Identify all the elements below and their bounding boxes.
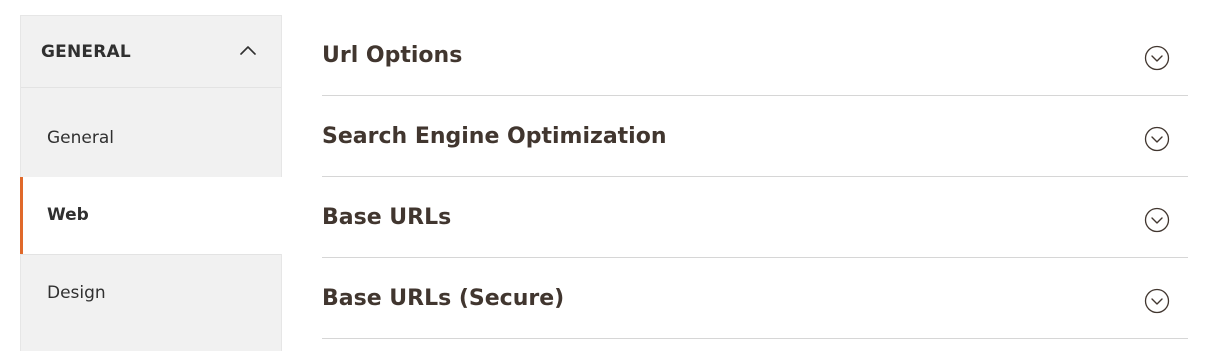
- expand-circle-icon[interactable]: [1144, 45, 1170, 71]
- sidebar: GENERAL General Web Design: [20, 15, 283, 351]
- chevron-up-icon: [240, 46, 256, 55]
- active-indicator: [20, 177, 23, 254]
- sidebar-item-label: General: [47, 128, 114, 148]
- sidebar-group-general-toggle[interactable]: GENERAL: [21, 16, 281, 88]
- sidebar-group-title: GENERAL: [41, 42, 131, 62]
- config-sections: Url Options Search Engine Optimization B…: [322, 15, 1188, 339]
- section-title: Base URLs: [322, 205, 452, 230]
- expand-circle-icon[interactable]: [1144, 126, 1170, 152]
- sidebar-item-general[interactable]: General: [21, 88, 281, 178]
- sidebar-item-design[interactable]: Design: [21, 254, 281, 351]
- section-base-urls-secure[interactable]: Base URLs (Secure): [322, 258, 1188, 339]
- config-page: GENERAL General Web Design Url Options S…: [0, 0, 1211, 351]
- section-title: Search Engine Optimization: [322, 124, 667, 149]
- section-title: Url Options: [322, 43, 463, 68]
- section-base-urls[interactable]: Base URLs: [322, 177, 1188, 258]
- sidebar-item-label: Design: [47, 283, 106, 303]
- section-search-engine-optimization[interactable]: Search Engine Optimization: [322, 96, 1188, 177]
- expand-circle-icon[interactable]: [1144, 288, 1170, 314]
- sidebar-item-label: Web: [47, 205, 89, 225]
- expand-circle-icon[interactable]: [1144, 207, 1170, 233]
- section-url-options[interactable]: Url Options: [322, 15, 1188, 96]
- sidebar-item-web[interactable]: Web: [20, 177, 283, 254]
- section-title: Base URLs (Secure): [322, 286, 565, 311]
